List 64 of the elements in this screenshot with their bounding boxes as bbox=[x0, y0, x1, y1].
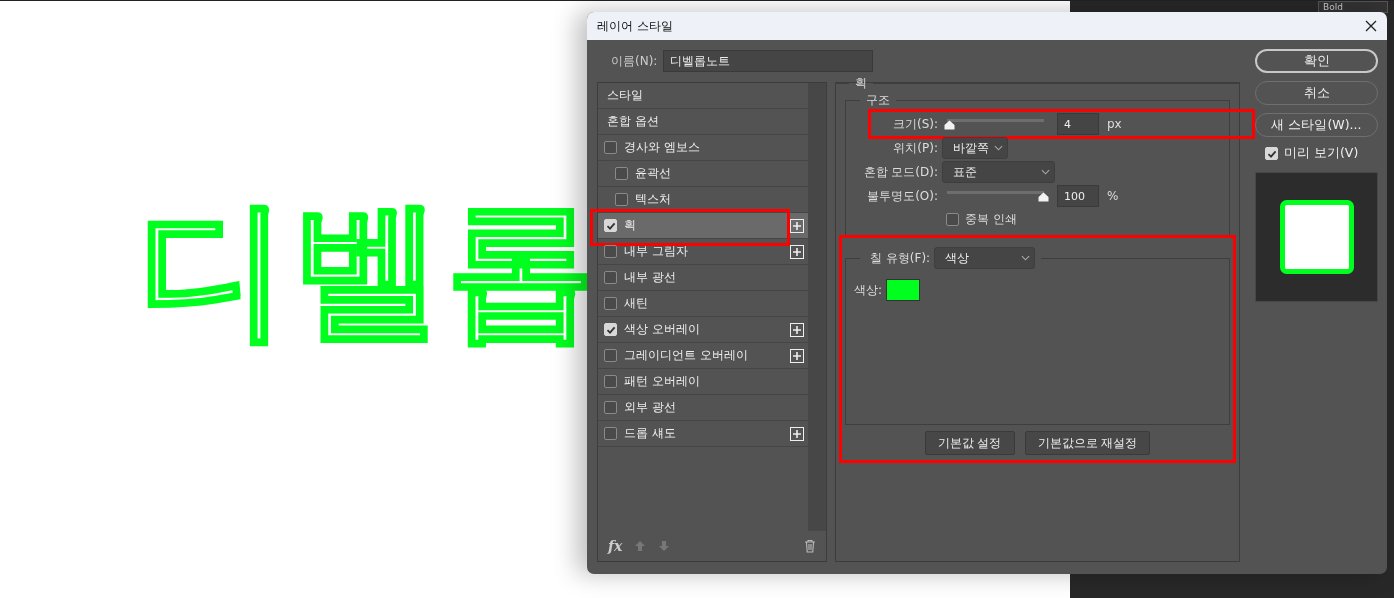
blend-mode-dropdown[interactable]: 표준 bbox=[942, 161, 1055, 183]
checkbox[interactable] bbox=[604, 401, 617, 414]
style-list-item[interactable]: 윤곽선 bbox=[598, 161, 808, 187]
add-icon[interactable] bbox=[790, 427, 804, 441]
dialog-button[interactable]: 확인 bbox=[1255, 49, 1378, 73]
add-icon[interactable] bbox=[790, 323, 804, 337]
field-label: 이름(N): bbox=[611, 52, 658, 70]
caret-icon bbox=[1041, 169, 1050, 175]
checkbox[interactable] bbox=[604, 427, 617, 440]
dialog-button[interactable]: 새 스타일(W)... bbox=[1255, 113, 1378, 137]
canvas-text: 디벨롭 bbox=[138, 181, 600, 358]
section-title: 획 bbox=[855, 76, 867, 90]
checkbox[interactable] bbox=[604, 141, 617, 154]
style-list-item[interactable]: 경사와 엠보스 bbox=[598, 135, 808, 161]
caret-icon bbox=[994, 145, 1003, 151]
number-field[interactable]: 100 bbox=[1057, 185, 1099, 207]
add-icon[interactable] bbox=[790, 219, 804, 233]
fill-type-dropdown[interactable]: 색상 bbox=[934, 247, 1036, 269]
color-swatch[interactable] bbox=[886, 279, 921, 301]
checkbox[interactable] bbox=[604, 375, 617, 388]
unit-label: px bbox=[1107, 117, 1122, 131]
name-field[interactable]: 디벨롭노트 bbox=[663, 50, 874, 72]
checkbox[interactable] bbox=[604, 349, 617, 362]
section-title: 구조 bbox=[866, 93, 890, 107]
font-style-field[interactable]: Bold bbox=[1318, 1, 1388, 13]
checkbox[interactable] bbox=[604, 245, 617, 258]
style-list-item[interactable]: 내부 그림자 bbox=[598, 239, 808, 265]
field-label: 위치(P): bbox=[892, 139, 938, 157]
effects-button[interactable]: fx bbox=[608, 538, 623, 554]
field-label: 혼합 모드(D): bbox=[862, 163, 938, 181]
slider-thumb[interactable] bbox=[1038, 192, 1049, 202]
checkbox[interactable] bbox=[615, 167, 628, 180]
caret-icon bbox=[1021, 255, 1031, 261]
checkbox[interactable] bbox=[604, 271, 617, 284]
style-list-item[interactable]: 내부 광선 bbox=[598, 265, 808, 291]
reset-button[interactable]: 기본값으로 재설정 bbox=[1024, 431, 1151, 455]
field-label: 크기(S): bbox=[891, 115, 938, 133]
style-list-item[interactable]: 외부 광선 bbox=[598, 395, 808, 421]
number-field[interactable]: 4 bbox=[1057, 113, 1099, 135]
slider-thumb[interactable] bbox=[943, 120, 955, 130]
style-list-item[interactable]: 새틴 bbox=[598, 291, 808, 317]
window-title: 레이어 스타일 bbox=[597, 17, 673, 35]
style-list-item[interactable]: 패턴 오버레이 bbox=[598, 369, 808, 395]
field-label: 불투명도(O): bbox=[866, 187, 938, 205]
add-icon[interactable] bbox=[790, 349, 804, 363]
field-label: 색상: bbox=[854, 281, 883, 299]
add-icon[interactable] bbox=[790, 245, 804, 259]
checkbox-label: 중복 인쇄 bbox=[965, 211, 1017, 228]
checkbox-label: 미리 보기(V) bbox=[1284, 145, 1359, 162]
scrollbar[interactable] bbox=[808, 83, 826, 531]
trash-icon[interactable] bbox=[804, 539, 816, 553]
checkbox[interactable] bbox=[946, 213, 959, 226]
checkbox[interactable] bbox=[604, 297, 617, 310]
close-icon[interactable] bbox=[1365, 20, 1377, 32]
field-label: 칠 유형(F): bbox=[870, 249, 931, 267]
style-list-item[interactable]: 그레이디언트 오버레이 bbox=[598, 343, 808, 369]
reset-button[interactable]: 기본값 설정 bbox=[924, 431, 1015, 455]
style-list-item[interactable]: 획 bbox=[598, 213, 808, 239]
style-list-item[interactable]: 드롭 섀도 bbox=[598, 421, 808, 447]
checkbox[interactable] bbox=[615, 193, 628, 206]
style-list-item[interactable]: 색상 오버레이 bbox=[598, 317, 808, 343]
position-dropdown[interactable]: 바깥쪽 bbox=[942, 137, 1008, 159]
dialog-button[interactable]: 취소 bbox=[1255, 81, 1378, 105]
unit-label: % bbox=[1107, 189, 1119, 203]
